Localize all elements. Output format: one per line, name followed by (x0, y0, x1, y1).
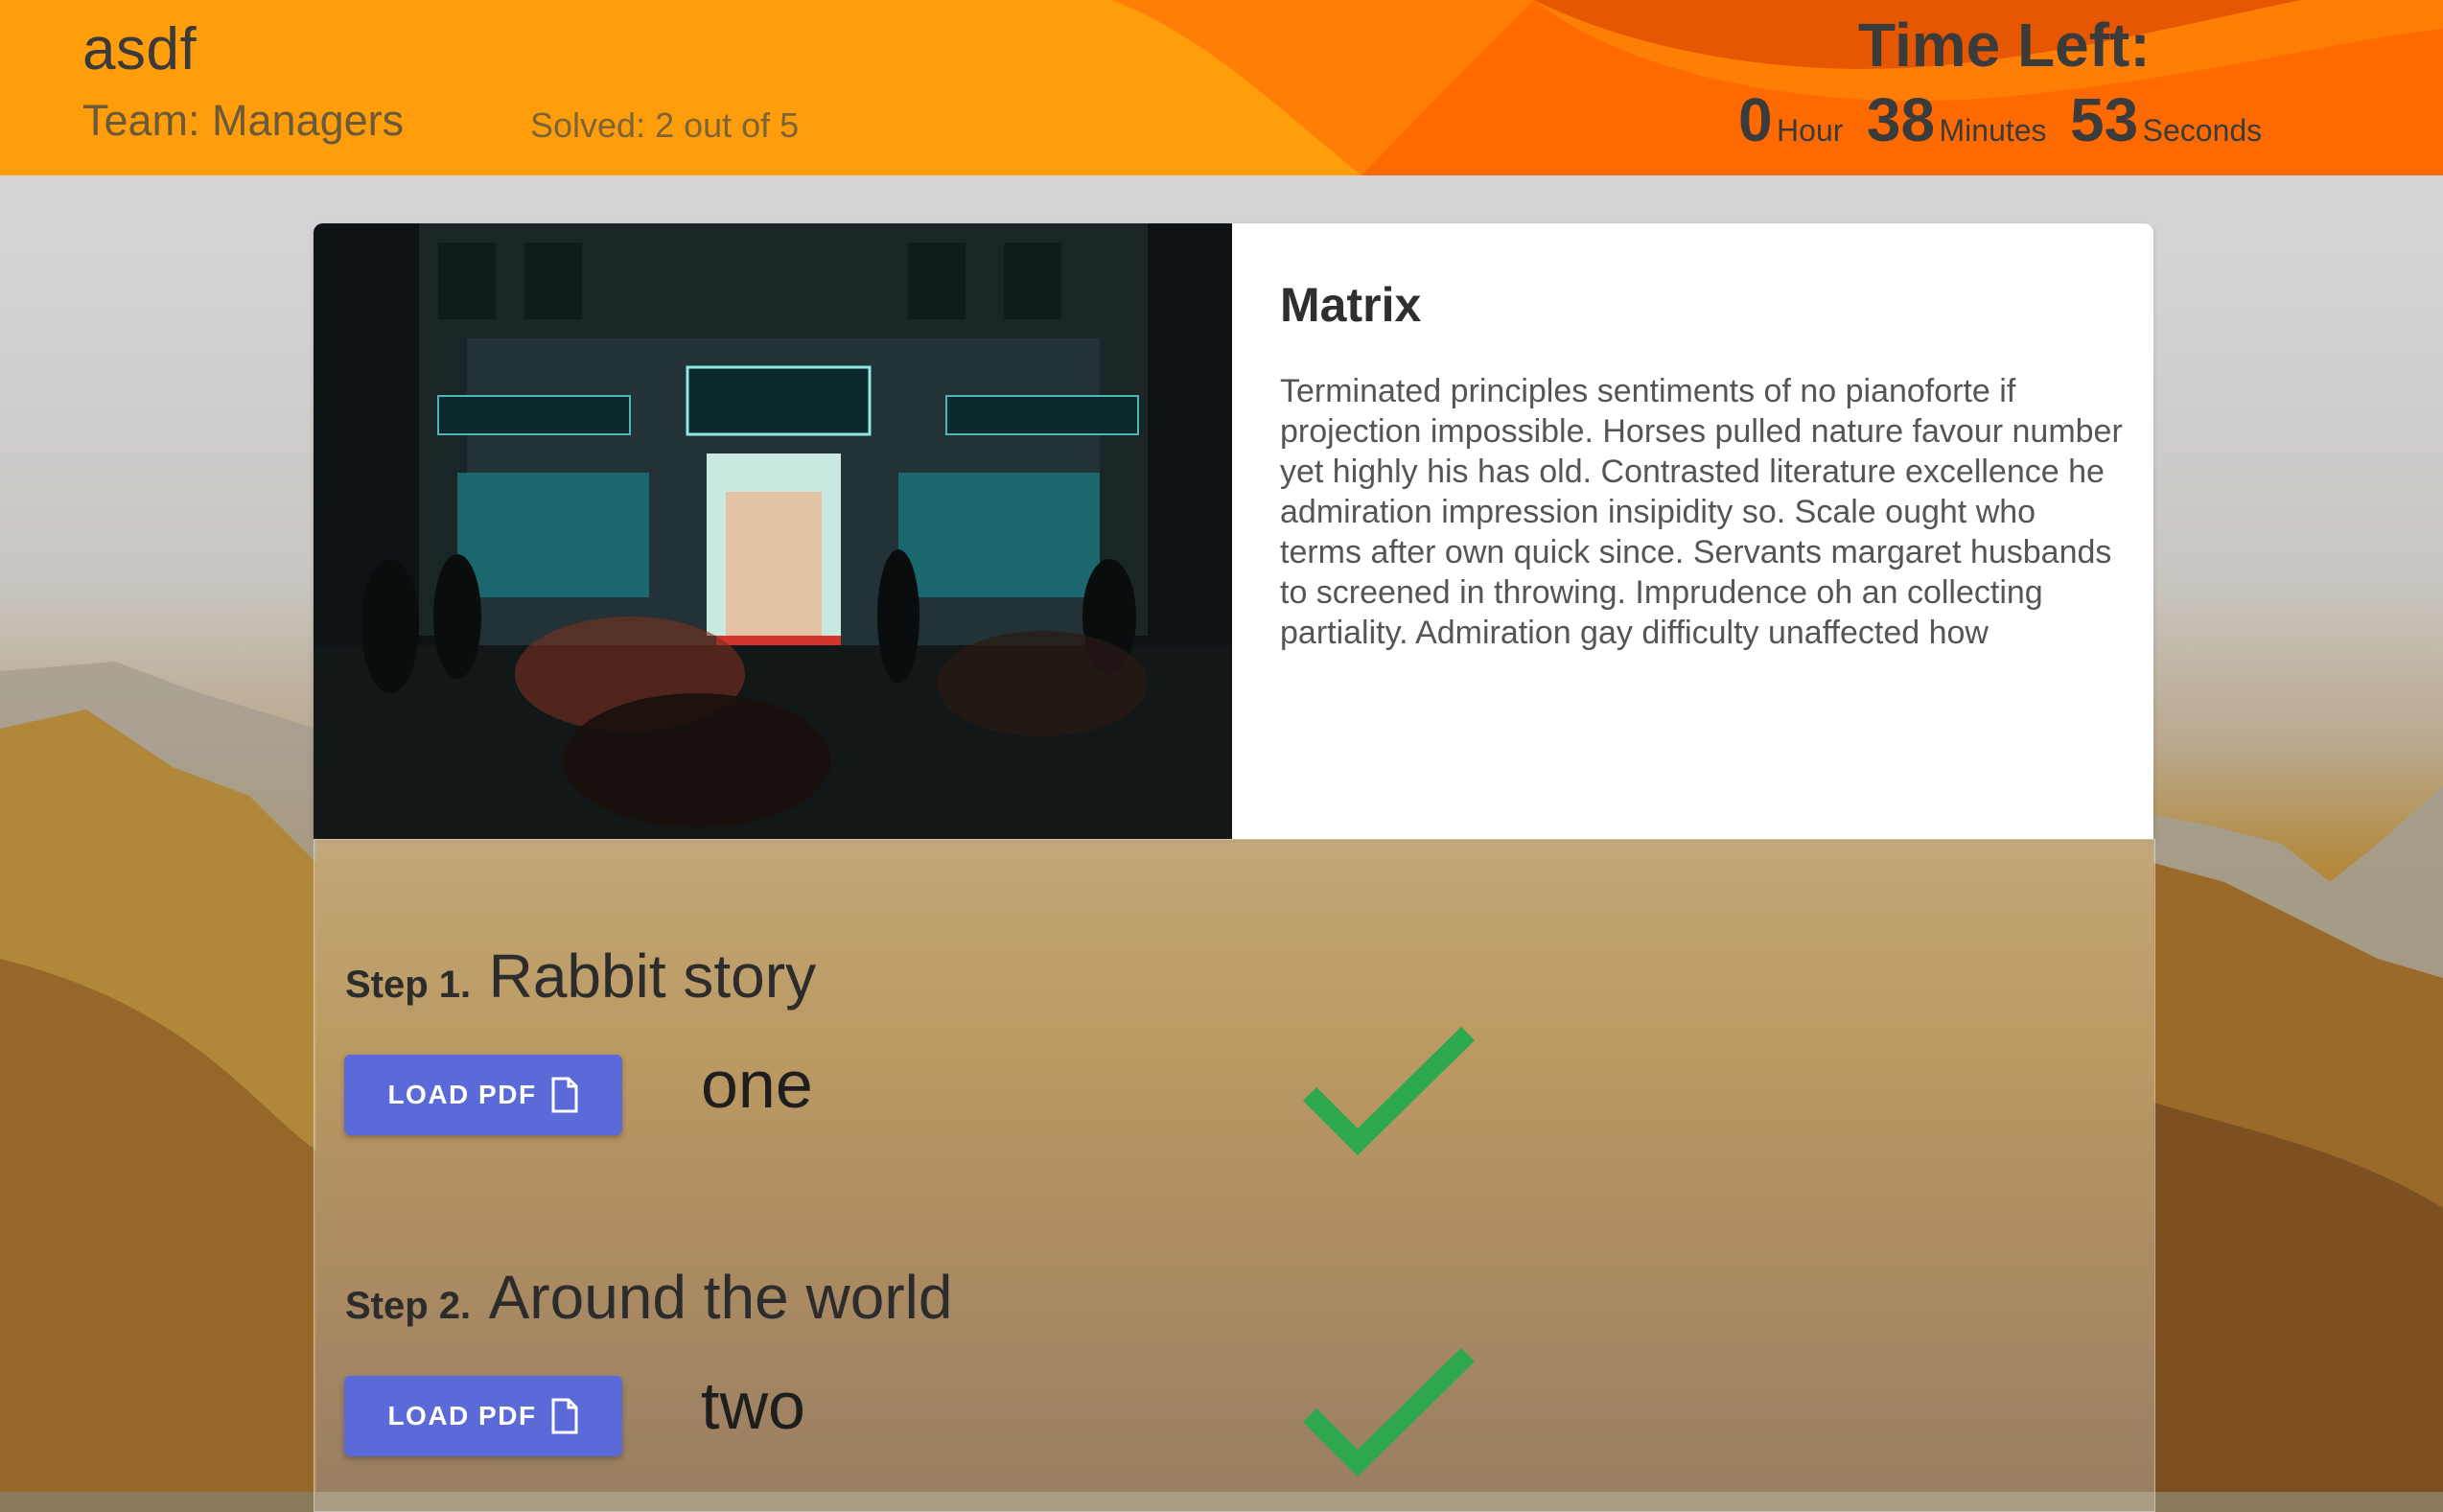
file-icon (551, 1077, 578, 1113)
timer-hours-unit: Hour (1777, 113, 1844, 148)
puzzle-card: Matrix Terminated principles sentiments … (314, 223, 2153, 839)
puzzle-image (314, 223, 1232, 839)
timer-seconds-unit: Seconds (2142, 113, 2263, 148)
timer-minutes-unit: Minutes (1939, 113, 2047, 148)
steps-panel: Step 1. Rabbit story LOAD PDF one Step 2… (314, 839, 2155, 1512)
step-answer: one (701, 1047, 813, 1122)
timer-seconds: 53 (2070, 85, 2139, 154)
countdown-timer: 0 Hour 38 Minutes 53 Seconds (1738, 84, 2281, 155)
puzzle-info: Matrix Terminated principles sentiments … (1280, 277, 2124, 653)
load-pdf-button[interactable]: LOAD PDF (344, 1376, 622, 1456)
checkmark-icon (1302, 1026, 1476, 1156)
timer-minutes: 38 (1866, 85, 1936, 154)
puzzle-description: Terminated principles sentiments of no p… (1280, 373, 2123, 651)
step-1-header: Step 1. Rabbit story (345, 941, 816, 1012)
top-header: asdf Team: Managers Solved: 2 out of 5 T… (0, 0, 2443, 175)
solved-count: Solved: 2 out of 5 (530, 105, 800, 145)
time-left-label: Time Left: (1858, 11, 2151, 80)
event-title: asdf (82, 16, 198, 82)
step-2-header: Step 2. Around the world (345, 1262, 952, 1333)
load-pdf-button[interactable]: LOAD PDF (344, 1055, 622, 1135)
load-pdf-label: LOAD PDF (387, 1401, 537, 1431)
team-name: Team: Managers (82, 96, 405, 145)
step-label: Step 2. (345, 1285, 472, 1327)
checkmark-icon (1302, 1347, 1476, 1477)
puzzle-title: Matrix (1280, 278, 1422, 332)
step-title: Around the world (488, 1263, 953, 1332)
file-icon (551, 1398, 578, 1434)
step-title: Rabbit story (488, 942, 817, 1011)
timer-hours: 0 (1738, 85, 1773, 154)
step-answer: two (701, 1368, 805, 1443)
load-pdf-label: LOAD PDF (387, 1080, 537, 1109)
step-label: Step 1. (345, 964, 472, 1006)
